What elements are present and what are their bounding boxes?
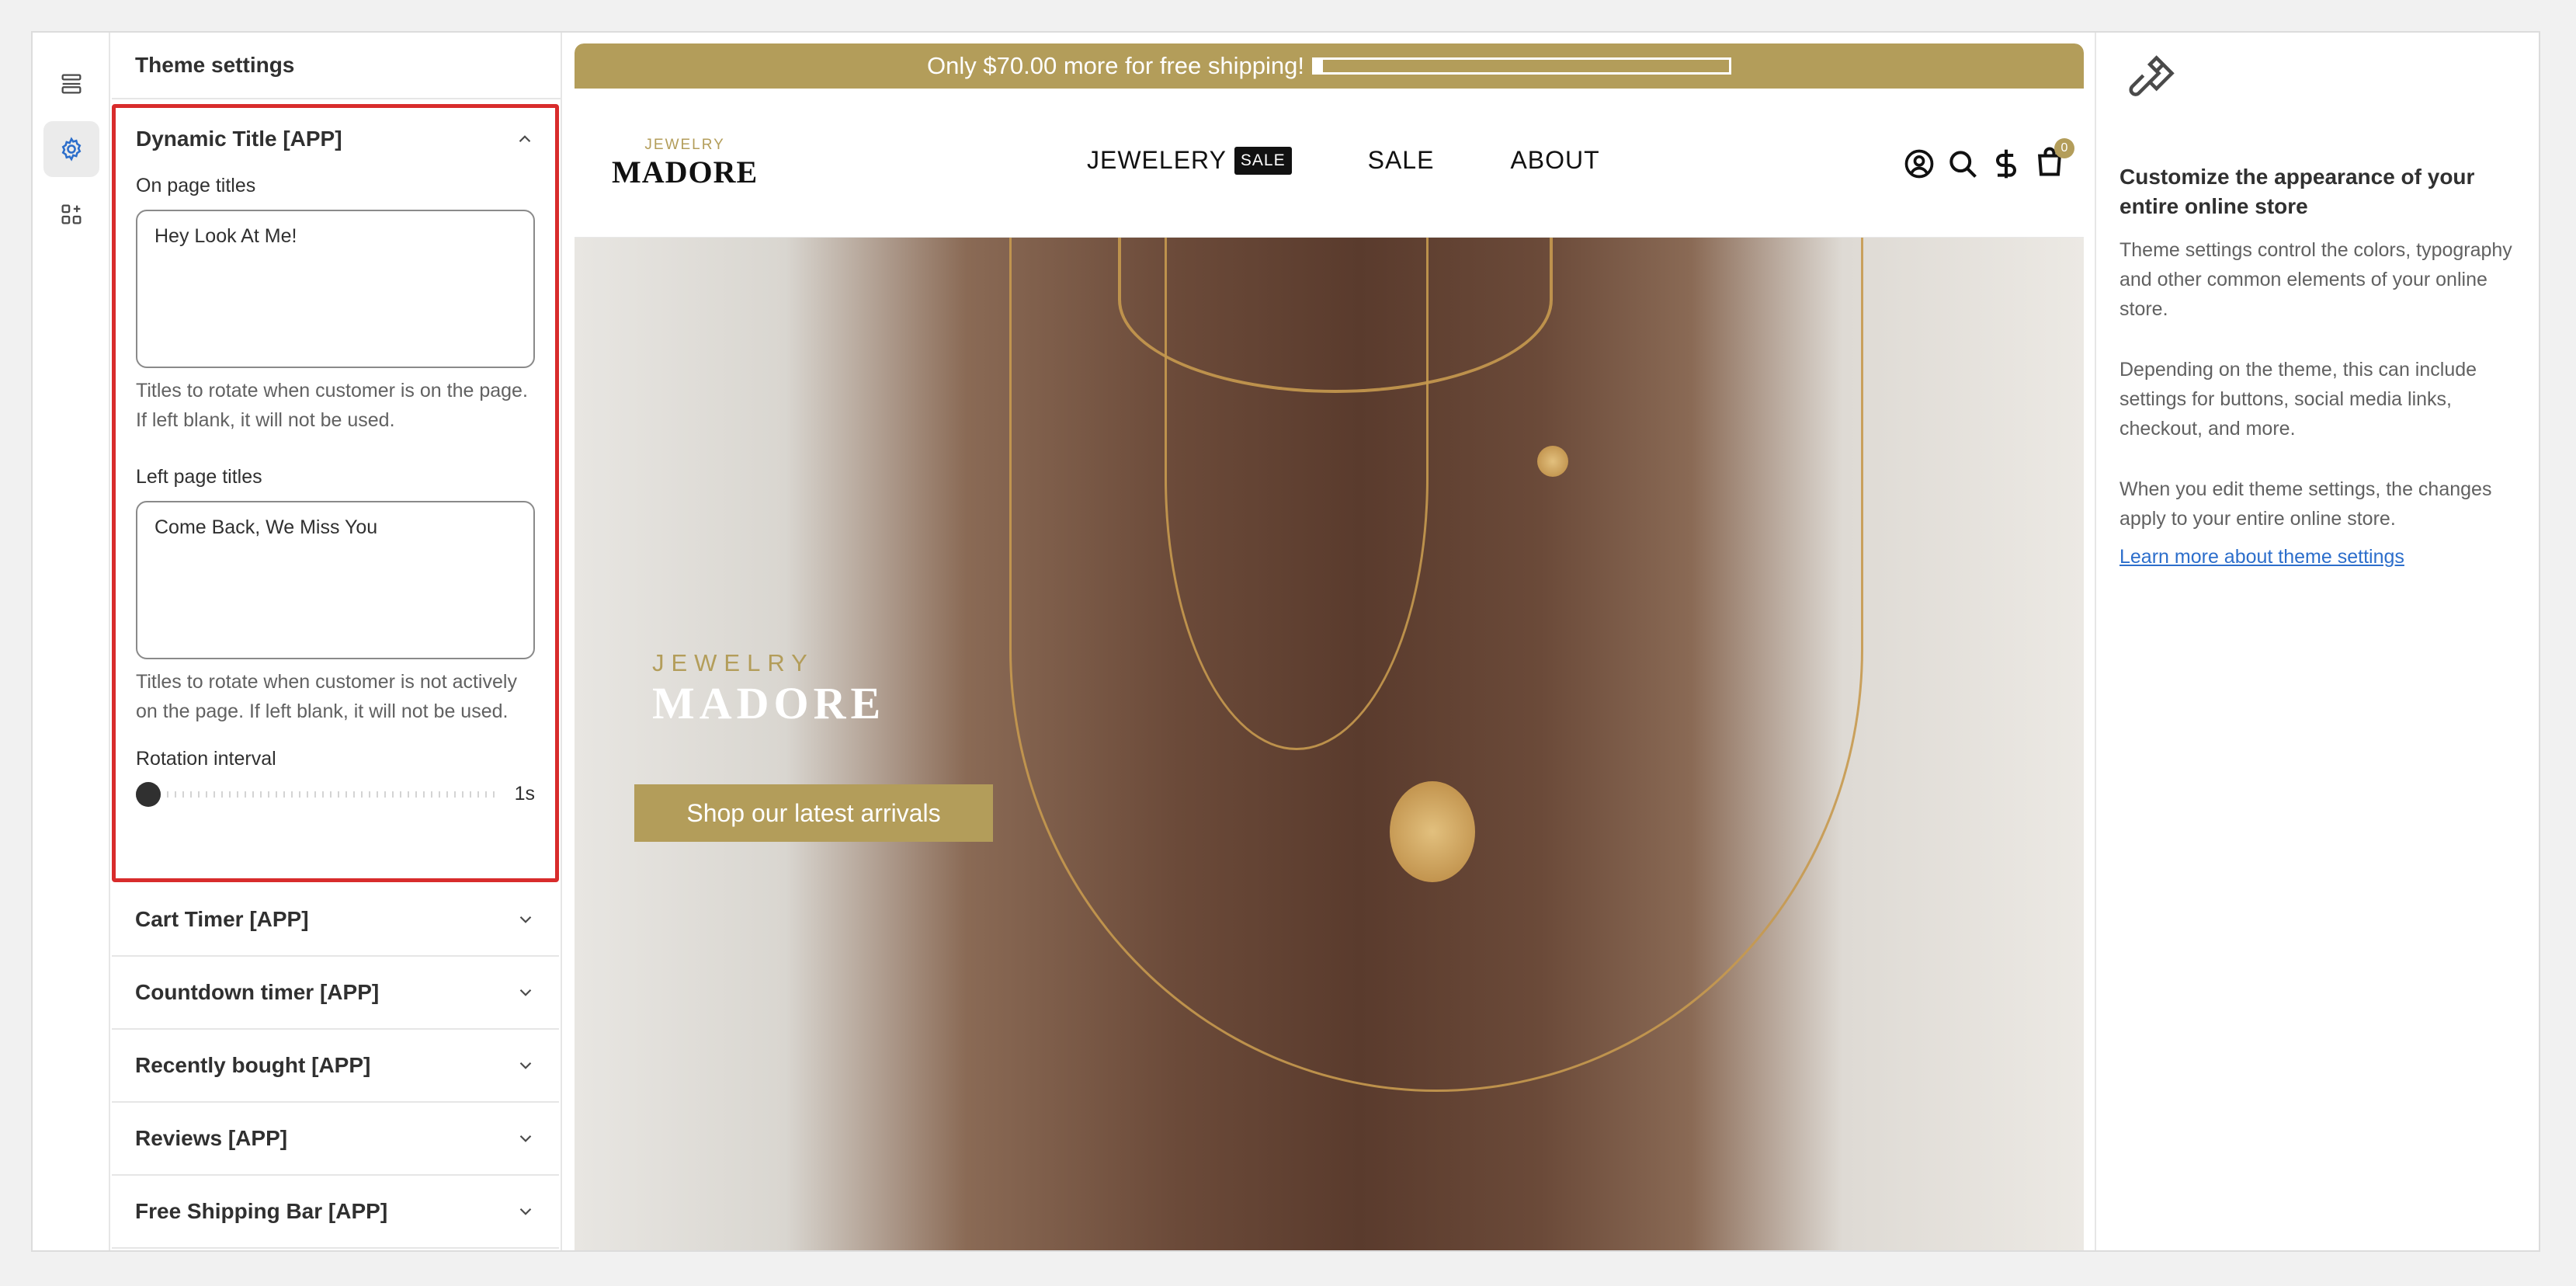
logo-small-text: JEWELRY (644, 137, 725, 153)
necklace-chain-image (1009, 238, 1863, 1092)
rotation-interval-label: Rotation interval (136, 748, 276, 770)
paintbrush-icon (2129, 55, 2175, 96)
info-paragraph: Depending on the theme, this can include… (2119, 359, 2477, 440)
chevron-down-icon (519, 1208, 532, 1215)
announcement-bar: Only $70.00 more for free shipping! (575, 43, 2084, 89)
section-title: Free Shipping Bar [APP] (135, 1199, 388, 1223)
chevron-down-icon (519, 916, 532, 923)
nav-item-sale[interactable]: SALE (1368, 146, 1435, 175)
rail-sections-button[interactable] (43, 56, 99, 112)
recently-bought-section[interactable]: Recently bought [APP] (112, 1030, 559, 1103)
star-pendant-image (1537, 446, 1568, 477)
announcement-text: Only $70.00 more for free shipping! (927, 52, 1304, 79)
info-title: Customize the appearance of your entire … (2119, 165, 2475, 218)
info-paragraph: Theme settings control the colors, typog… (2119, 239, 2512, 320)
apps-icon (61, 204, 82, 224)
store-header: JEWELRY MADORE JEWELERY SALE SALE ABOUT (575, 89, 2084, 238)
shipping-progress-bar (1311, 57, 1731, 75)
hero-banner: JEWELRY MADORE Shop our latest arrivals (575, 238, 2084, 1250)
section-title: Countdown timer [APP] (135, 980, 380, 1004)
logo-big-text: MADORE (612, 155, 759, 189)
rotation-interval-row: 1s (136, 781, 535, 807)
dynamic-title-section: Dynamic Title [APP] On page titles Hey L… (112, 104, 559, 882)
cart-button[interactable]: 0 (2033, 138, 2074, 182)
hero-logo: JEWELRY MADORE (652, 649, 885, 729)
section-title: Recently bought [APP] (135, 1053, 371, 1077)
left-page-titles-label: Left page titles (136, 466, 262, 488)
rotation-interval-slider[interactable] (136, 781, 496, 807)
dynamic-title-header[interactable]: Dynamic Title [APP] (136, 108, 535, 170)
shop-latest-arrivals-button[interactable]: Shop our latest arrivals (634, 784, 993, 842)
editor-window: Theme settings Dynamic Title [APP] On pa… (31, 31, 2540, 1252)
free-shipping-bar-section[interactable]: Free Shipping Bar [APP] (112, 1176, 559, 1249)
sections-icon (61, 74, 82, 94)
info-panel: Customize the appearance of your entire … (2095, 33, 2539, 1250)
countdown-timer-section[interactable]: Countdown timer [APP] (112, 957, 559, 1030)
chevron-up-icon (519, 135, 531, 143)
rail-theme-settings-button[interactable] (43, 121, 99, 177)
hero-logo-big: MADORE (652, 678, 886, 728)
cart-timer-section[interactable]: Cart Timer [APP] (112, 884, 559, 957)
chevron-down-icon (519, 1135, 532, 1142)
account-icon[interactable] (1902, 147, 1936, 181)
chevron-down-icon (519, 989, 532, 996)
currency-icon[interactable] (1989, 147, 2023, 181)
nav-item-jewelery[interactable]: JEWELERY SALE (1087, 146, 1292, 175)
nav-label: JEWELERY (1087, 146, 1227, 174)
shipping-progress-fill (1314, 60, 1323, 72)
header-icons: 0 (1902, 138, 2074, 182)
slider-thumb[interactable] (136, 781, 161, 807)
search-icon[interactable] (1946, 147, 1980, 181)
reviews-section[interactable]: Reviews [APP] (112, 1103, 559, 1176)
hero-logo-small: JEWELRY (652, 649, 814, 676)
panel-title: Theme settings (112, 33, 561, 99)
left-page-titles-textarea[interactable]: Come Back, We Miss You (136, 501, 535, 659)
info-paragraph: When you edit theme settings, the change… (2119, 478, 2492, 530)
on-page-titles-label: On page titles (136, 175, 256, 196)
storefront-preview: Only $70.00 more for free shipping! JEWE… (575, 43, 2084, 1250)
store-logo[interactable]: JEWELRY MADORE (612, 137, 758, 190)
sale-badge: SALE (1234, 146, 1292, 175)
rail-apps-button[interactable] (43, 186, 99, 242)
section-title: Reviews [APP] (135, 1126, 288, 1150)
chevron-down-icon (519, 1062, 532, 1069)
learn-more-link[interactable]: Learn more about theme settings (2119, 546, 2519, 568)
nav-item-about[interactable]: ABOUT (1510, 146, 1599, 175)
gear-icon (61, 137, 82, 162)
on-page-titles-textarea[interactable]: Hey Look At Me! (136, 210, 535, 368)
on-page-titles-help: Titles to rotate when customer is on the… (136, 380, 528, 431)
left-page-titles-help: Titles to rotate when customer is not ac… (136, 671, 517, 722)
section-title: Cart Timer [APP] (135, 907, 309, 931)
coin-pendant-image (1390, 781, 1475, 882)
section-title: Dynamic Title [APP] (136, 127, 342, 151)
theme-settings-panel: Theme settings Dynamic Title [APP] On pa… (112, 33, 562, 1250)
main-nav: JEWELERY SALE SALE ABOUT (1087, 146, 1600, 175)
rotation-interval-value: 1s (514, 783, 535, 805)
cart-count-badge: 0 (2054, 138, 2074, 158)
icon-rail (33, 33, 110, 1250)
